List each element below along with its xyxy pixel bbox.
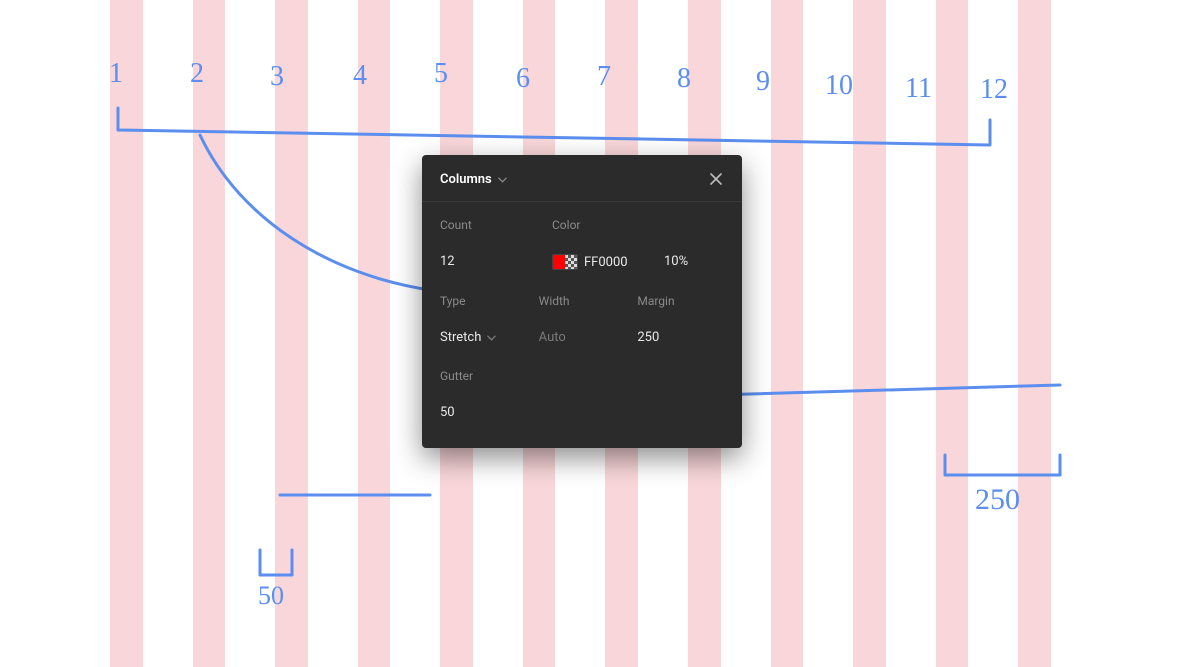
margin-value: 250 xyxy=(637,330,659,345)
close-icon xyxy=(709,172,723,186)
grid-column xyxy=(110,0,143,667)
panel-title-dropdown[interactable]: Columns xyxy=(440,172,507,187)
color-input[interactable]: FF0000 xyxy=(552,254,652,270)
grid-column xyxy=(193,0,226,667)
gutter-value: 50 xyxy=(440,405,455,420)
count-label: Count xyxy=(440,218,540,232)
panel-header: Columns xyxy=(422,155,742,202)
close-button[interactable] xyxy=(706,169,726,189)
chevron-down-icon xyxy=(487,330,496,345)
layout-grid-panel[interactable]: Columns Count Color 12 xyxy=(422,155,742,448)
count-value: 12 xyxy=(440,254,455,269)
width-label: Width xyxy=(539,294,626,308)
gutter-input[interactable]: 50 xyxy=(440,405,527,420)
margin-label: Margin xyxy=(637,294,724,308)
chevron-down-icon xyxy=(498,172,507,187)
color-swatch-checker-icon xyxy=(565,255,577,269)
width-value: Auto xyxy=(539,330,566,345)
grid-column xyxy=(1018,0,1051,667)
panel-body: Count Color 12 FF0000 xyxy=(422,202,742,448)
width-input[interactable]: Auto xyxy=(539,330,626,345)
grid-column xyxy=(771,0,804,667)
grid-column xyxy=(275,0,308,667)
color-opacity-value: 10% xyxy=(664,254,688,269)
margin-input[interactable]: 250 xyxy=(637,330,724,345)
grid-column xyxy=(936,0,969,667)
color-swatch-fill xyxy=(553,255,565,269)
count-input[interactable]: 12 xyxy=(440,254,540,269)
panel-title: Columns xyxy=(440,172,492,187)
type-select[interactable]: Stretch xyxy=(440,330,527,345)
color-swatch[interactable] xyxy=(552,254,578,270)
gutter-label: Gutter xyxy=(440,369,527,383)
color-opacity-input[interactable]: 10% xyxy=(664,254,724,269)
grid-column xyxy=(358,0,391,667)
color-label: Color xyxy=(552,218,652,232)
grid-column xyxy=(853,0,886,667)
type-value: Stretch xyxy=(440,330,481,345)
type-label: Type xyxy=(440,294,527,308)
color-hex-value: FF0000 xyxy=(584,255,628,270)
